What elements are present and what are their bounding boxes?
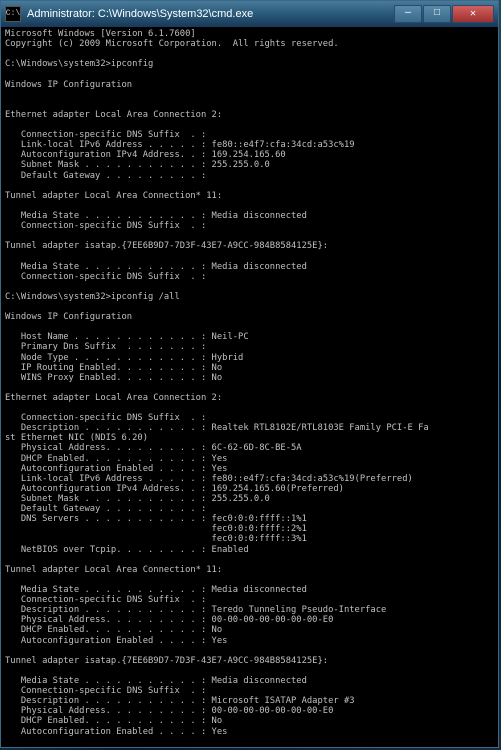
terminal-output[interactable]: Microsoft Windows [Version 6.1.7600]Copy… — [1, 27, 498, 747]
dns-servers: DNS Servers . . . . . . . . . . . : fec0… — [5, 514, 494, 524]
default-gateway: Default Gateway . . . . . . . . . : — [5, 504, 494, 514]
ipconfig-all-title: Windows IP Configuration — [5, 312, 494, 322]
description: Description . . . . . . . . . . . : Micr… — [5, 696, 494, 706]
subnet-mask: Subnet Mask . . . . . . . . . . . : 255.… — [5, 160, 494, 170]
maximize-button[interactable]: □ — [423, 5, 451, 23]
tunnel-adapter-11-header: Tunnel adapter Local Area Connection* 11… — [5, 191, 494, 201]
netbios-over-tcpip: NetBIOS over Tcpip. . . . . . . . : Enab… — [5, 545, 494, 555]
host-name: Host Name . . . . . . . . . . . . : Neil… — [5, 332, 494, 342]
physical-address: Physical Address. . . . . . . . . : 00-0… — [5, 706, 494, 716]
dhcp-enabled: DHCP Enabled. . . . . . . . . . . : No — [5, 625, 494, 635]
dns-suffix: Connection-specific DNS Suffix . : — [5, 272, 494, 282]
dns-suffix: Connection-specific DNS Suffix . : — [5, 413, 494, 423]
autoconfig-enabled: Autoconfiguration Enabled . . . . : Yes — [5, 464, 494, 474]
copyright: Copyright (c) 2009 Microsoft Corporation… — [5, 39, 494, 49]
subnet-mask: Subnet Mask . . . . . . . . . . . : 255.… — [5, 494, 494, 504]
media-state: Media State . . . . . . . . . . . : Medi… — [5, 676, 494, 686]
media-state: Media State . . . . . . . . . . . : Medi… — [5, 262, 494, 272]
tunnel-adapter-11-header: Tunnel adapter Local Area Connection* 11… — [5, 565, 494, 575]
wins-proxy-enabled: WINS Proxy Enabled. . . . . . . . : No — [5, 373, 494, 383]
os-version: Microsoft Windows [Version 6.1.7600] — [5, 29, 494, 39]
cmd-window: C:\ Administrator: C:\Windows\System32\c… — [0, 0, 499, 748]
primary-dns-suffix: Primary Dns Suffix . . . . . . . : — [5, 342, 494, 352]
prompt-ipconfig-all: C:\Windows\system32>ipconfig /all — [5, 292, 494, 302]
dhcp-enabled: DHCP Enabled. . . . . . . . . . . : No — [5, 716, 494, 726]
media-state: Media State . . . . . . . . . . . : Medi… — [5, 585, 494, 595]
default-gateway: Default Gateway . . . . . . . . . : — [5, 171, 494, 181]
dns-suffix: Connection-specific DNS Suffix . : — [5, 686, 494, 696]
prompt-ipconfig: C:\Windows\system32>ipconfig — [5, 59, 494, 69]
window-controls: — □ ✕ — [394, 5, 494, 23]
description: Description . . . . . . . . . . . : Tere… — [5, 605, 494, 615]
autoconfig-enabled: Autoconfiguration Enabled . . . . : Yes — [5, 727, 494, 737]
dns-suffix: Connection-specific DNS Suffix . : — [5, 221, 494, 231]
description-cont: st Ethernet NIC (NDIS 6.20) — [5, 433, 494, 443]
window-title: Administrator: C:\Windows\System32\cmd.e… — [27, 8, 394, 20]
physical-address: Physical Address. . . . . . . . . : 6C-6… — [5, 443, 494, 453]
dns-suffix: Connection-specific DNS Suffix . : — [5, 595, 494, 605]
ipv4-address: Autoconfiguration IPv4 Address. . : 169.… — [5, 484, 494, 494]
tunnel-adapter-isatap-header: Tunnel adapter isatap.{7EE6B9D7-7D3F-43E… — [5, 241, 494, 251]
tunnel-adapter-isatap-header: Tunnel adapter isatap.{7EE6B9D7-7D3F-43E… — [5, 656, 494, 666]
ipv4-address: Autoconfiguration IPv4 Address. . : 169.… — [5, 150, 494, 160]
node-type: Node Type . . . . . . . . . . . . : Hybr… — [5, 353, 494, 363]
ethernet-adapter-header: Ethernet adapter Local Area Connection 2… — [5, 393, 494, 403]
ipv6-address: Link-local IPv6 Address . . . . . : fe80… — [5, 140, 494, 150]
autoconfig-enabled: Autoconfiguration Enabled . . . . : Yes — [5, 636, 494, 646]
ipconfig-title: Windows IP Configuration — [5, 80, 494, 90]
physical-address: Physical Address. . . . . . . . . : 00-0… — [5, 615, 494, 625]
ipv6-address: Link-local IPv6 Address . . . . . : fe80… — [5, 474, 494, 484]
ip-routing-enabled: IP Routing Enabled. . . . . . . . : No — [5, 363, 494, 373]
dns-servers: fec0:0:0:ffff::3%1 — [5, 534, 494, 544]
dns-suffix: Connection-specific DNS Suffix . : — [5, 130, 494, 140]
minimize-button[interactable]: — — [394, 5, 422, 23]
titlebar[interactable]: C:\ Administrator: C:\Windows\System32\c… — [1, 1, 498, 27]
description: Description . . . . . . . . . . . : Real… — [5, 423, 494, 433]
close-button[interactable]: ✕ — [452, 5, 494, 23]
cmd-icon: C:\ — [5, 6, 21, 22]
media-state: Media State . . . . . . . . . . . : Medi… — [5, 211, 494, 221]
dhcp-enabled: DHCP Enabled. . . . . . . . . . . : Yes — [5, 454, 494, 464]
ethernet-adapter-header: Ethernet adapter Local Area Connection 2… — [5, 110, 494, 120]
dns-servers: fec0:0:0:ffff::2%1 — [5, 524, 494, 534]
